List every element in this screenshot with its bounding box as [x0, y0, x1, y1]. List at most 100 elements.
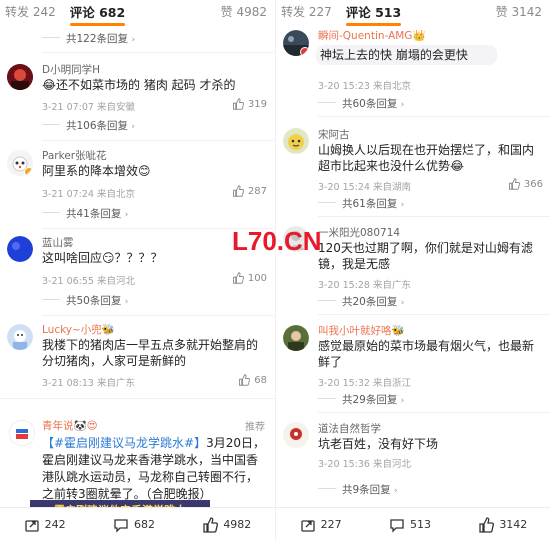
like-button[interactable]: 319: [232, 98, 267, 110]
reply-line: [42, 212, 60, 213]
avatar-image-icon: [283, 422, 309, 448]
share-icon: [25, 519, 39, 532]
right-tab-bar: 转发 227 评论 513 赞 3142: [276, 0, 550, 26]
right-comment-panel: 转发 227 评论 513 赞 3142 瞬间-Quentin-AMG👑 神坛上…: [275, 0, 550, 541]
comment-meta: 3-21 07:07 来自安徽: [42, 102, 135, 113]
username[interactable]: D小明同学H: [42, 62, 100, 77]
view-replies-link[interactable]: 共106条回复 ›: [66, 118, 135, 133]
comment-button[interactable]: 513: [389, 517, 431, 533]
avatar[interactable]: [283, 422, 309, 448]
verified-badge-icon: [24, 167, 33, 176]
username[interactable]: 叫我小叶就好咯🐝: [318, 323, 405, 338]
view-replies-link[interactable]: 共50条回复 ›: [66, 293, 128, 308]
like-button[interactable]: 4982: [202, 516, 251, 533]
left-comment-panel: 转发 242 评论 682 赞 4982 共122条回复 › D小明同学H 😂还…: [0, 0, 275, 541]
reply-line: [318, 488, 336, 489]
view-replies-link[interactable]: 共61条回复 ›: [342, 196, 404, 211]
comment-meta: 3-20 15:23 来自北京: [318, 81, 411, 92]
comment-icon: [114, 518, 128, 533]
view-replies-link[interactable]: 共9条回复 ›: [342, 482, 398, 497]
hashtag-link[interactable]: 【#霍启刚建议马龙学跳水#】: [42, 436, 206, 450]
comment-meta: 3-20 15:32 来自浙江: [318, 378, 411, 389]
reply-line: [318, 202, 336, 203]
username[interactable]: Lucky~小兜🐝: [42, 322, 115, 337]
chevron-right-icon: ›: [394, 486, 398, 496]
avatar-image-icon: [7, 324, 33, 350]
right-action-bar: 227 513 3142: [276, 507, 550, 541]
avatar[interactable]: [283, 325, 309, 351]
username[interactable]: Parker张呲花: [42, 148, 107, 163]
username[interactable]: 一米阳光080714: [318, 225, 400, 240]
avatar[interactable]: [7, 64, 33, 90]
username[interactable]: 青年说🐼😍: [42, 418, 98, 433]
repost-button[interactable]: 227: [300, 517, 342, 533]
view-replies-link[interactable]: 共60条回复 ›: [342, 96, 404, 111]
view-replies-link[interactable]: 共29条回复 ›: [342, 392, 404, 407]
username[interactable]: 道法自然哲学: [318, 421, 381, 436]
avatar[interactable]: [283, 30, 309, 56]
username[interactable]: 蓝山雾: [42, 235, 74, 250]
avatar[interactable]: [7, 236, 33, 262]
watermark-text: L70.CN: [232, 226, 322, 256]
divider: [42, 52, 275, 53]
avatar[interactable]: [283, 128, 309, 154]
thumbs-up-icon: [232, 98, 244, 110]
like-button[interactable]: 287: [232, 185, 267, 197]
like-count: 366: [523, 178, 543, 190]
chevron-right-icon: ›: [131, 122, 135, 132]
chevron-right-icon: ›: [400, 298, 405, 308]
avatar[interactable]: [7, 324, 33, 350]
comment-meta: 3-20 15:24 来自湖南: [318, 182, 411, 193]
comment-text: 坑老百姓，没有好下场: [318, 437, 439, 451]
left-action-bar: 242 682 4982: [0, 507, 275, 541]
chevron-right-icon: ›: [400, 396, 405, 406]
username[interactable]: 宋阿古: [318, 127, 350, 142]
thumbs-up-icon: [479, 516, 495, 533]
tab-repost[interactable]: 转发 227: [281, 3, 332, 20]
avatar-image-icon: [7, 236, 33, 262]
avatar[interactable]: [9, 420, 35, 446]
comment-button[interactable]: 682: [113, 517, 155, 533]
avatar[interactable]: [7, 150, 33, 176]
reply-line: [42, 37, 60, 38]
reply-line: [42, 124, 60, 125]
divider: [318, 116, 550, 117]
divider: [318, 314, 550, 315]
chevron-right-icon: ›: [124, 210, 129, 220]
thumbs-up-icon: [232, 272, 244, 284]
avatar-image-icon: [7, 64, 33, 90]
avatar-image-icon: [283, 325, 309, 351]
comment-meta: 3-21 06:55 来自河北: [42, 276, 135, 287]
comment-meta: 3-20 15:36 来自河北: [318, 459, 411, 470]
like-button[interactable]: 366: [508, 178, 543, 190]
comment-meta: 3-21 07:24 来自北京: [42, 189, 135, 200]
thumbs-up-icon: [508, 178, 520, 190]
chevron-right-icon: ›: [400, 100, 405, 110]
tab-comments[interactable]: 评论 682: [69, 2, 126, 26]
tab-repost[interactable]: 转发 242: [5, 3, 56, 20]
view-replies-link[interactable]: 共122条回复 ›: [66, 31, 135, 46]
post-text: 【#霍启刚建议马龙学跳水#】3月20日，霍启刚建议马龙来香港学跳水，当中国香港队…: [42, 435, 267, 503]
divider: [0, 398, 275, 399]
reply-line: [318, 398, 336, 399]
comment-text: 感觉最原始的菜市场最有烟火气，也最新鲜了: [318, 339, 535, 369]
tab-likes[interactable]: 赞 3142: [496, 3, 542, 20]
view-replies-link[interactable]: 共20条回复 ›: [342, 294, 404, 309]
like-button[interactable]: 3142: [478, 516, 527, 533]
divider: [318, 412, 550, 413]
repost-button[interactable]: 242: [24, 517, 66, 533]
view-replies-link[interactable]: 共41条回复 ›: [66, 206, 128, 221]
comment-text: 😂还不如菜市场的 猪肉 起码 才杀的: [42, 78, 236, 92]
chevron-right-icon: ›: [131, 35, 135, 45]
like-button[interactable]: 100: [232, 272, 267, 284]
like-count: 100: [247, 272, 267, 284]
tab-comments[interactable]: 评论 513: [345, 2, 402, 26]
username[interactable]: 瞬间-Quentin-AMG👑: [318, 28, 426, 43]
like-count: 287: [247, 185, 267, 197]
comment-text: 这叫啥回应😏？？？？: [42, 251, 163, 265]
like-button[interactable]: 68: [238, 374, 267, 386]
tab-likes[interactable]: 赞 4982: [221, 3, 267, 20]
comment-text: 120天也过期了啊，你们就是对山姆有滤镜，我是无感: [318, 241, 533, 271]
comment-meta: 3-20 15:28 来自广东: [318, 280, 411, 291]
divider: [42, 315, 275, 316]
